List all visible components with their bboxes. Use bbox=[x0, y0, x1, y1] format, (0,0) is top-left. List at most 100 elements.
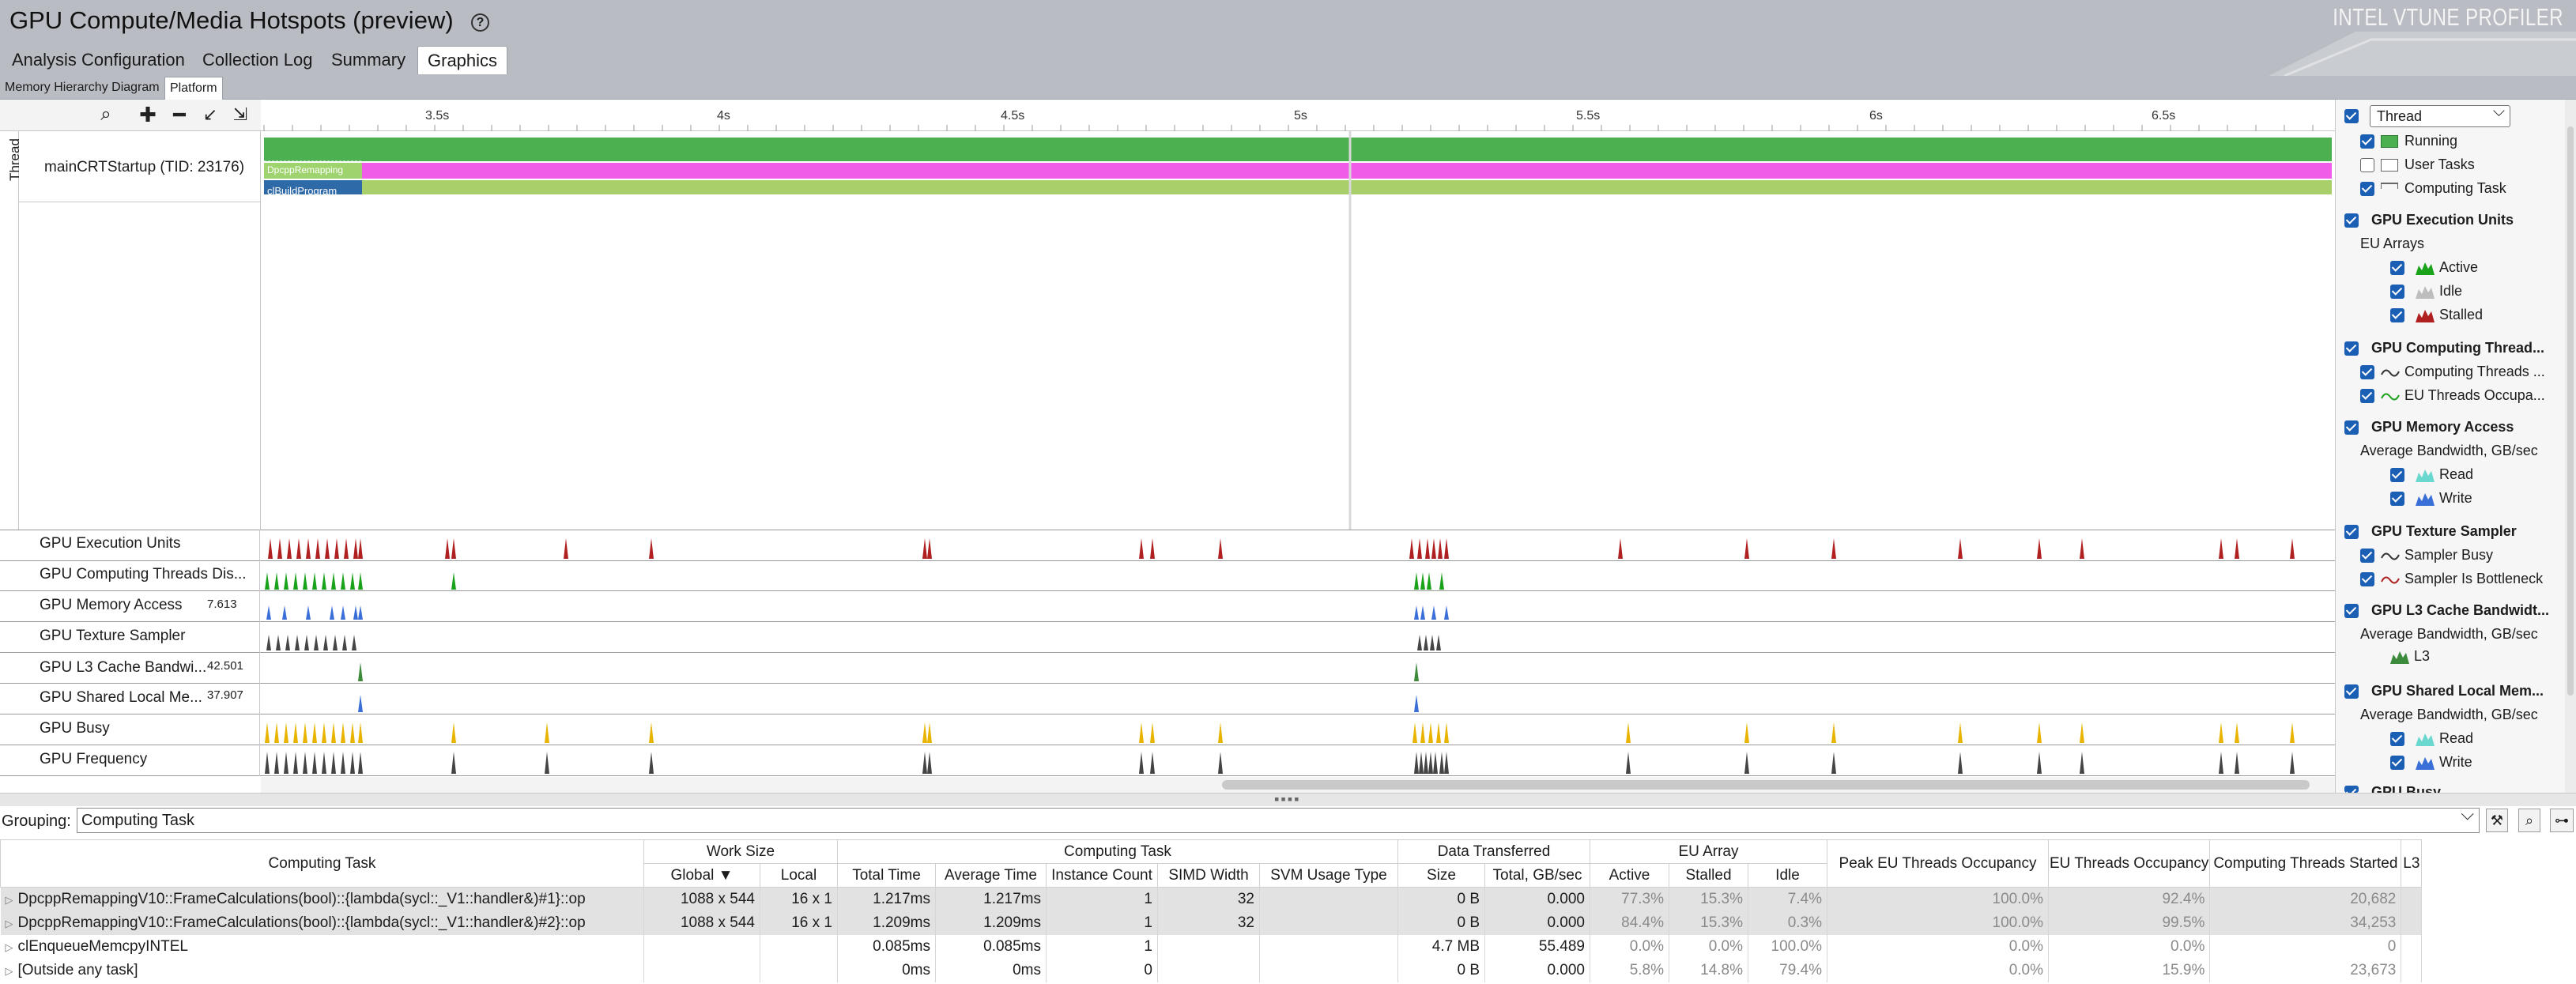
row-label-gpu-memory-access[interactable]: GPU Memory Access bbox=[40, 597, 183, 614]
tab-collection-log[interactable]: Collection Log bbox=[193, 46, 322, 74]
column-header-eu-threads-occupancy[interactable]: EU Threads Occupancy bbox=[2047, 839, 2211, 888]
table-cell: 92.4% bbox=[2048, 887, 2211, 911]
slm-read-swatch-icon bbox=[2416, 733, 2435, 746]
column-header-computing-threads-started[interactable]: Computing Threads Started bbox=[2209, 839, 2402, 888]
group-header-eu-array: EU Array bbox=[1590, 839, 1827, 864]
expand-icon[interactable]: ▷ bbox=[6, 965, 13, 977]
gpu-computing-threads-checkbox[interactable] bbox=[2344, 341, 2359, 356]
thread-name[interactable]: mainCRTStartup (TID: 23176) bbox=[44, 159, 244, 176]
splitter-grip-icon[interactable]: ▪▪▪▪ bbox=[1274, 792, 1301, 806]
sampler-busy-checkbox[interactable] bbox=[2360, 549, 2374, 563]
stalled-checkbox[interactable] bbox=[2390, 308, 2404, 322]
row-label-gpu-busy[interactable]: GPU Busy bbox=[40, 720, 110, 737]
column-header-stalled[interactable]: Stalled bbox=[1669, 863, 1748, 888]
tab-analysis-configuration[interactable]: Analysis Configuration bbox=[2, 46, 194, 74]
cell-task-name: ▷ [Outside any task] bbox=[0, 958, 644, 982]
memory-read-checkbox[interactable] bbox=[2390, 468, 2404, 482]
metric-charts[interactable] bbox=[261, 530, 2335, 776]
zoom-icon[interactable]: ⌕ bbox=[95, 103, 117, 126]
column-header-peak-eu-threads-occupancy[interactable]: Peak EU Threads Occupancy bbox=[1827, 839, 2049, 888]
computing-task-checkbox[interactable] bbox=[2360, 182, 2374, 196]
column-settings-icon[interactable]: ⊶ bbox=[2550, 809, 2574, 832]
expand-icon[interactable]: ▷ bbox=[6, 894, 13, 906]
tick-label: 6.5s bbox=[2152, 109, 2176, 123]
row-label-gpu-computing-threads[interactable]: GPU Computing Threads Dis... bbox=[40, 566, 247, 583]
running-checkbox[interactable] bbox=[2360, 134, 2374, 149]
expand-icon[interactable]: ▷ bbox=[6, 918, 13, 929]
column-header-size[interactable]: Size bbox=[1397, 863, 1485, 888]
row-label-gpu-execution-units[interactable]: GPU Execution Units bbox=[40, 535, 180, 552]
column-header-local[interactable]: Local bbox=[760, 863, 838, 888]
zoom-out-icon[interactable]: ━ bbox=[168, 103, 190, 126]
column-header-idle[interactable]: Idle bbox=[1748, 863, 1827, 888]
legend-subtitle: Average Bandwidth, GB/sec bbox=[2360, 443, 2538, 458]
thread-select[interactable]: Thread bbox=[2370, 101, 2510, 127]
legend-section-gpu-execution-units: GPU Execution Units bbox=[2371, 212, 2514, 228]
row-label-gpu-l3-cache[interactable]: GPU L3 Cache Bandwi... bbox=[40, 659, 206, 677]
timeline-scroll-thumb[interactable] bbox=[1222, 780, 2310, 790]
help-icon[interactable]: ? bbox=[471, 13, 489, 32]
column-header-l3[interactable]: L3 bbox=[2401, 839, 2423, 888]
row-label-gpu-shared-local-memory[interactable]: GPU Shared Local Me... bbox=[40, 689, 202, 707]
idle-checkbox[interactable] bbox=[2390, 285, 2404, 299]
sampler-bottleneck-swatch-icon bbox=[2381, 576, 2400, 584]
legend-scroll-thumb[interactable] bbox=[2567, 126, 2574, 696]
tab-graphics[interactable]: Graphics bbox=[417, 46, 508, 74]
computing-threads-checkbox[interactable] bbox=[2360, 365, 2374, 379]
gpu-shared-local-memory-checkbox[interactable] bbox=[2344, 684, 2359, 699]
l3-swatch-icon bbox=[2390, 651, 2409, 664]
gpu-texture-sampler-checkbox[interactable] bbox=[2344, 525, 2359, 539]
table-row[interactable]: ▷ DpcppRemappingV10::FrameCalculations(bo… bbox=[0, 910, 2423, 935]
subtab-memory-hierarchy-diagram[interactable]: Memory Hierarchy Diagram bbox=[0, 77, 164, 100]
subtab-platform[interactable]: Platform bbox=[164, 77, 223, 100]
memory-write-checkbox[interactable] bbox=[2390, 492, 2404, 506]
tab-summary[interactable]: Summary bbox=[322, 46, 415, 74]
zoom-in-icon[interactable]: ✚ bbox=[137, 103, 159, 126]
column-header-total-time[interactable]: Total Time bbox=[837, 863, 936, 888]
search-icon[interactable]: ⌕ bbox=[2518, 809, 2540, 832]
slm-write-checkbox[interactable] bbox=[2390, 756, 2404, 770]
table-cell bbox=[1259, 958, 1398, 982]
thread-checkbox[interactable] bbox=[2344, 109, 2359, 123]
column-header-active[interactable]: Active bbox=[1590, 863, 1669, 888]
reset-zoom-icon[interactable]: ⇲ bbox=[229, 103, 251, 126]
table-row[interactable]: ▷ clEnqueueMemcpyINTEL 0.085ms 0.085ms 1 4.7 … bbox=[0, 934, 2423, 959]
column-header-average-time[interactable]: Average Time bbox=[935, 863, 1047, 888]
tick-label: 3.5s bbox=[425, 109, 450, 123]
table-row[interactable]: ▷ DpcppRemappingV10::FrameCalculations(bo… bbox=[0, 887, 2423, 911]
grouping-label: Grouping: bbox=[2, 812, 71, 830]
tick-label: 4s bbox=[717, 109, 730, 123]
expand-icon[interactable]: ▷ bbox=[6, 941, 13, 953]
column-header-computing-task[interactable]: Computing Task bbox=[0, 839, 644, 888]
table-cell bbox=[2401, 910, 2423, 935]
table-cell bbox=[760, 958, 838, 982]
grouping-select[interactable]: Computing Task bbox=[77, 802, 2480, 833]
active-checkbox[interactable] bbox=[2390, 261, 2404, 275]
column-header-svm-usage-type[interactable]: SVM Usage Type bbox=[1259, 863, 1398, 888]
eu-threads-occupancy-checkbox[interactable] bbox=[2360, 389, 2374, 403]
table-cell: 5.8% bbox=[1590, 958, 1669, 982]
user-tasks-checkbox[interactable] bbox=[2360, 158, 2374, 172]
column-header-global[interactable]: Global ▼ bbox=[643, 863, 760, 888]
column-header-total-gb-sec[interactable]: Total, GB/sec bbox=[1484, 863, 1590, 888]
undo-zoom-icon[interactable]: ↙ bbox=[199, 103, 221, 126]
table-cell: 0 B bbox=[1397, 910, 1485, 935]
gpu-execution-units-checkbox[interactable] bbox=[2344, 213, 2359, 228]
row-label-gpu-texture-sampler[interactable]: GPU Texture Sampler bbox=[40, 628, 185, 645]
tools-icon[interactable]: ⚒ bbox=[2486, 809, 2508, 832]
gpu-memory-access-checkbox[interactable] bbox=[2344, 420, 2359, 435]
row-label-gpu-frequency[interactable]: GPU Frequency bbox=[40, 751, 147, 768]
table-row[interactable]: ▷ [Outside any task] 0ms 0ms 0 0 B 0.000 5.8% 14… bbox=[0, 958, 2423, 982]
tick-label: 5.5s bbox=[1576, 109, 1601, 123]
gpu-l3-cache-checkbox[interactable] bbox=[2344, 604, 2359, 618]
column-header-instance-count[interactable]: Instance Count bbox=[1046, 863, 1158, 888]
gpu-busy-checkbox[interactable] bbox=[2344, 786, 2359, 793]
sampler-bottleneck-checkbox[interactable] bbox=[2360, 572, 2374, 586]
idle-swatch-icon bbox=[2416, 286, 2435, 299]
table-cell: 0.3% bbox=[1748, 910, 1827, 935]
computing-task-bar bbox=[264, 180, 2332, 194]
slm-read-checkbox[interactable] bbox=[2390, 732, 2404, 746]
table-cell: 77.3% bbox=[1590, 887, 1669, 911]
column-header-simd-width[interactable]: SIMD Width bbox=[1157, 863, 1260, 888]
table-cell: 1.209ms bbox=[837, 910, 936, 935]
